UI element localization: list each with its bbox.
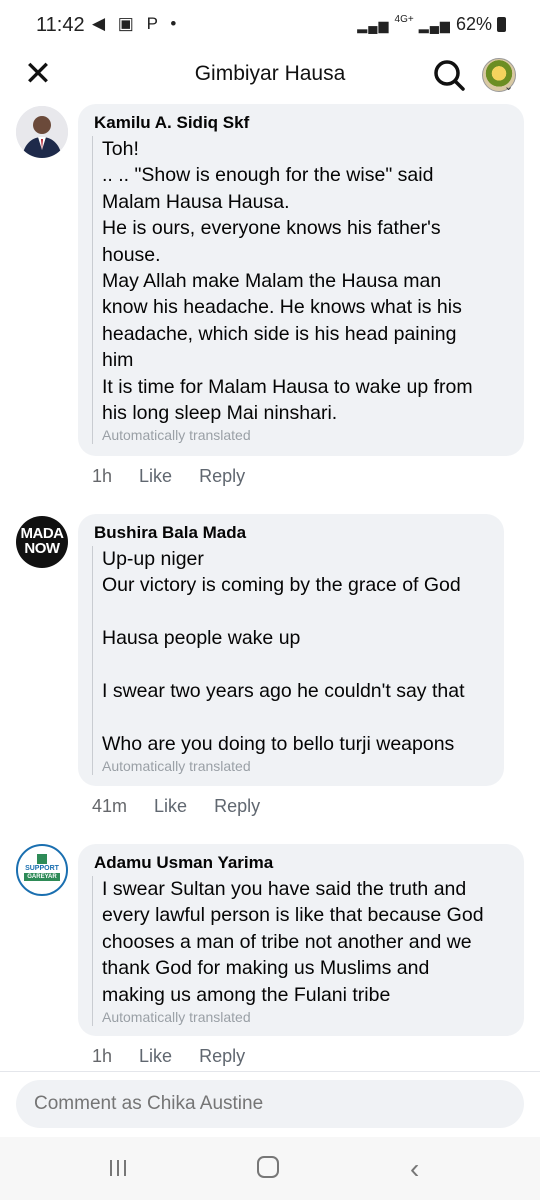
comment-line: Who are you doing to bello turji weapons [102,732,455,755]
comment-line: It is time for Malam Hausa to wake up fr… [102,375,473,398]
back-icon[interactable]: ‹ [410,1153,419,1185]
comment-time: 1h [92,1046,113,1066]
comment-composer [0,1071,540,1138]
comment-line: him [102,349,134,372]
system-nav-bar: ‹ [0,1137,540,1200]
recent-apps-icon[interactable] [108,1157,130,1179]
network-type: 4G+ [394,14,414,25]
comment-bubble[interactable]: Bushira Bala Mada Up-up niger Our victor… [78,514,504,786]
comment-line: He is ours, everyone knows his father's [102,217,441,240]
like-button[interactable]: Like [139,466,172,486]
translation-note[interactable]: Automatically translated [92,757,490,776]
avatar[interactable]: SUPPORT GAREYAR [16,844,68,896]
comment-input[interactable] [16,1080,524,1128]
comment-line: his long sleep Mai ninshari. [102,402,338,425]
comment-line: May Allah make Malam the Hausa man [102,270,442,293]
chevron-down-icon[interactable]: ⌄ [504,80,513,93]
app-header: ✕ Gimbiyar Hausa ⌄ [0,52,540,100]
avatar-text: MADA [20,525,65,542]
battery-percent: 62% [455,14,492,34]
comment-actions: 1h Like Reply [92,1046,267,1067]
comment-text: Up-up niger Our victory is coming by the… [92,546,490,758]
reply-button[interactable]: Reply [199,466,245,486]
comment-line: house. [102,243,161,266]
comment-time: 1h [92,466,113,486]
comment-time: 41m [92,796,128,816]
reply-button[interactable]: Reply [214,796,260,816]
status-right: ▂▄▆ 4G+ ▂▄▆ 62% [357,14,506,35]
comment-line [102,599,490,625]
avatar[interactable]: MADA NOW [16,516,68,568]
status-bar: 11:42 ◀ ▣ P • ▂▄▆ 4G+ ▂▄▆ 62% [0,0,540,52]
home-icon[interactable] [257,1156,279,1178]
battery-icon [497,17,506,32]
comment-line [102,652,490,678]
comment-line: Our victory is coming by the grace of Go… [102,574,461,597]
comment-line: thank God for making us Muslims and [102,957,430,980]
signal-icon-2: ▂▄▆ [418,18,451,33]
comment-line: I swear two years ago he couldn't say th… [102,680,465,702]
comment-line: Up-up niger [102,548,204,570]
search-icon[interactable] [432,58,466,92]
comment-line: making us among the Fulani tribe [102,983,391,1006]
comment-author[interactable]: Bushira Bala Mada [94,522,490,544]
comment-bubble[interactable]: Adamu Usman Yarima I swear Sultan you ha… [78,844,524,1036]
comment-author[interactable]: Kamilu A. Sidiq Skf [94,112,510,134]
comment-line: headache, which side is his head paining [102,322,457,345]
comment-line: Malam Hausa Hausa. [102,190,290,213]
signal-icon: ▂▄▆ [357,18,390,33]
translation-note[interactable]: Automatically translated [92,426,510,445]
comment-author[interactable]: Adamu Usman Yarima [94,852,510,874]
comment-line: Toh! [102,138,139,160]
comment-actions: 41m Like Reply [92,796,282,817]
comment-line: know his headache. He knows what is his [102,296,462,319]
comment-line: Hausa people wake up [102,627,301,650]
translation-note[interactable]: Automatically translated [92,1008,510,1027]
avatar[interactable] [16,106,68,158]
comment-line: every lawful person is like that because… [102,904,484,927]
comment-bubble[interactable]: Kamilu A. Sidiq Skf Toh! .. .. "Show is … [78,104,524,456]
comment-line: .. .. "Show is enough for the wise" said [102,164,434,187]
comment-line: I swear Sultan you have said the truth a… [102,878,467,900]
avatar-text: SUPPORT [25,865,59,872]
comment-text: I swear Sultan you have said the truth a… [92,876,510,1009]
flag-icon [37,854,47,864]
notification-icons: ◀ ▣ P • [92,14,181,33]
comment-actions: 1h Like Reply [92,466,267,487]
comment-text: Toh! .. .. "Show is enough for the wise"… [92,136,510,427]
avatar-text: GAREYAR [24,873,60,881]
comment-line: chooses a man of tribe not another and w… [102,930,472,953]
comment-line [102,704,490,730]
like-button[interactable]: Like [139,1046,172,1066]
status-time: 11:42 [36,14,85,36]
like-button[interactable]: Like [154,796,187,816]
avatar-text: NOW [24,540,60,557]
reply-button[interactable]: Reply [199,1046,245,1066]
